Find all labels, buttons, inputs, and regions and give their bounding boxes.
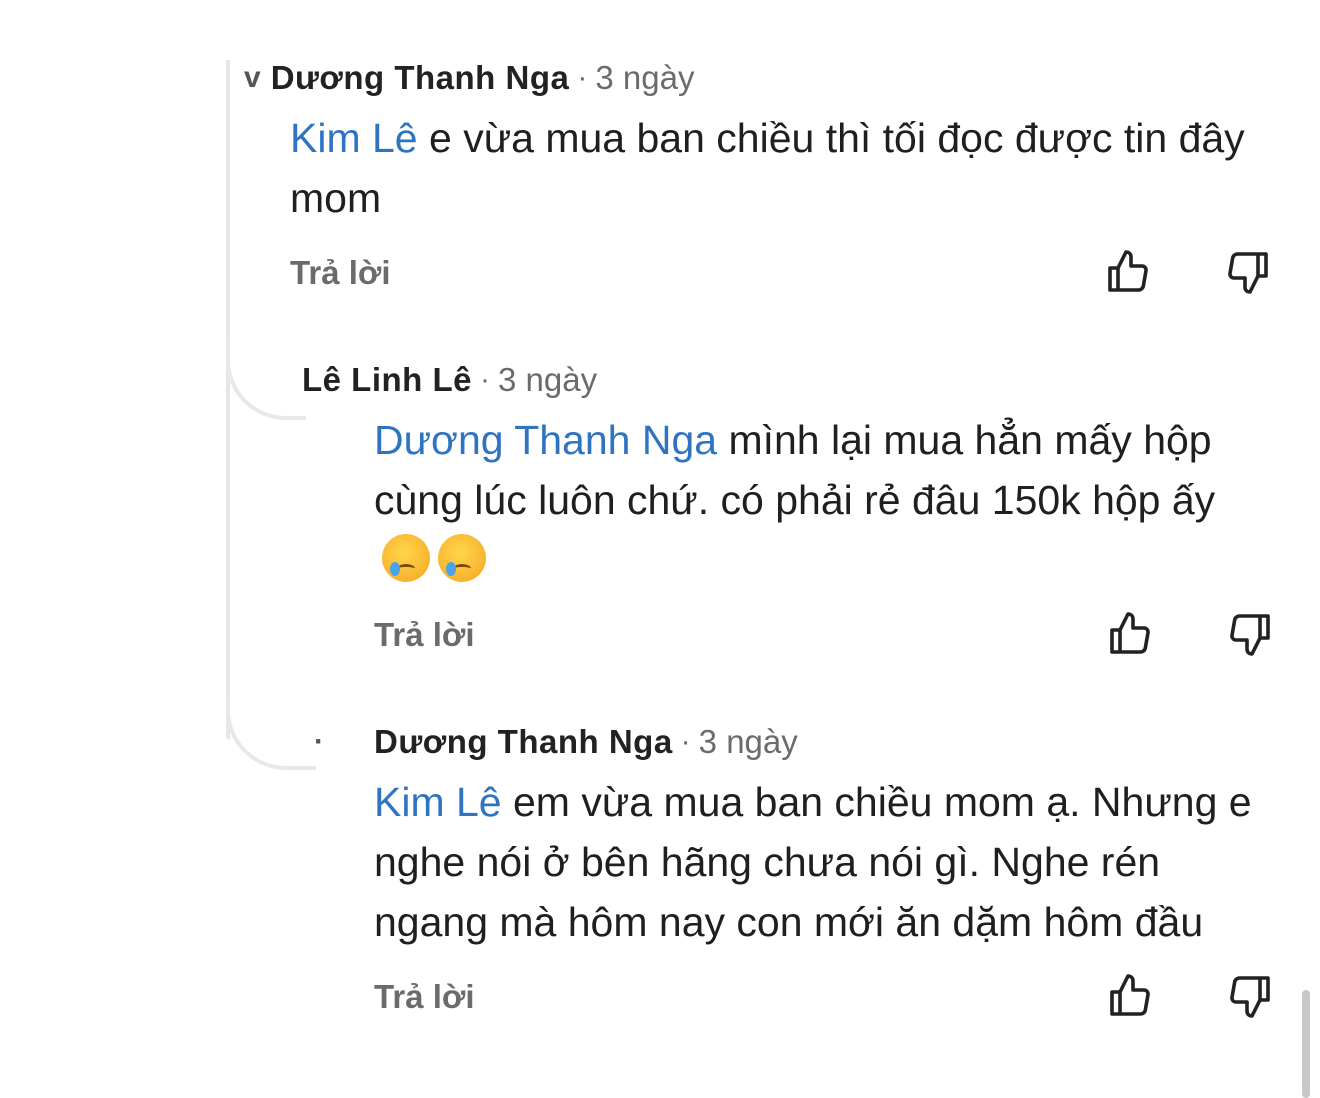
- mention-link[interactable]: Kim Lê: [290, 115, 418, 161]
- meta-separator: ·: [577, 61, 588, 94]
- reply-button[interactable]: Trả lời: [374, 616, 475, 654]
- comment: · Dương Thanh Nga · 3 ngày Kim Lê em vừa…: [314, 722, 1294, 1028]
- thumbs-down-icon[interactable]: [1226, 610, 1274, 658]
- reply-button[interactable]: Trả lời: [290, 254, 391, 292]
- thumbs-down-icon[interactable]: [1224, 248, 1272, 296]
- comment-header: · Dương Thanh Nga · 3 ngày: [314, 722, 1294, 762]
- mention-link[interactable]: Dương Thanh Nga: [374, 417, 717, 463]
- thread-connector: [226, 690, 316, 770]
- comment-header: v Dương Thanh Nga · 3 ngày: [244, 58, 1294, 98]
- comment-header: Lê Linh Lê · 3 ngày: [292, 360, 1292, 400]
- comment-time[interactable]: 3 ngày: [699, 723, 798, 761]
- comment-time[interactable]: 3 ngày: [498, 361, 597, 399]
- scrollbar[interactable]: [1302, 990, 1310, 1098]
- thumbs-up-icon[interactable]: [1104, 248, 1152, 296]
- comment-actions: Trả lời: [374, 606, 1274, 666]
- comment-author[interactable]: Dương Thanh Nga: [271, 59, 570, 97]
- comment-body: em vừa mua ban chiều mom ạ. Nhưng e nghe…: [374, 779, 1252, 945]
- thumbs-up-icon[interactable]: [1106, 972, 1154, 1020]
- avatar[interactable]: ·: [314, 725, 364, 759]
- comment-actions: Trả lời: [374, 968, 1274, 1028]
- reply-button[interactable]: Trả lời: [374, 978, 475, 1016]
- thumbs-up-icon[interactable]: [1106, 610, 1154, 658]
- comment-text: Kim Lê e vừa mua ban chiều thì tối đọc đ…: [290, 108, 1290, 228]
- comment-text: Kim Lê em vừa mua ban chiều mom ạ. Nhưng…: [374, 772, 1274, 952]
- thumbs-down-icon[interactable]: [1226, 972, 1274, 1020]
- comment-time[interactable]: 3 ngày: [595, 59, 694, 97]
- comment-text: Dương Thanh Nga mình lại mua hẳn mấy hộp…: [374, 410, 1274, 590]
- meta-separator: ·: [480, 363, 490, 396]
- meta-separator: ·: [680, 725, 691, 758]
- mention-link[interactable]: Kim Lê: [374, 779, 502, 825]
- crying-face-emoji: [382, 534, 430, 582]
- crying-face-emoji: [438, 534, 486, 582]
- thread-line: [226, 60, 230, 740]
- avatar[interactable]: v: [244, 61, 261, 95]
- comment-author[interactable]: Dương Thanh Nga: [374, 723, 673, 761]
- comment: Lê Linh Lê · 3 ngày Dương Thanh Nga mình…: [292, 360, 1292, 666]
- comment-actions: Trả lời: [290, 244, 1290, 304]
- comment-body: e vừa mua ban chiều thì tối đọc được tin…: [290, 115, 1245, 221]
- comment-author[interactable]: Lê Linh Lê: [302, 361, 472, 399]
- comment: v Dương Thanh Nga · 3 ngày Kim Lê e vừa …: [244, 58, 1294, 304]
